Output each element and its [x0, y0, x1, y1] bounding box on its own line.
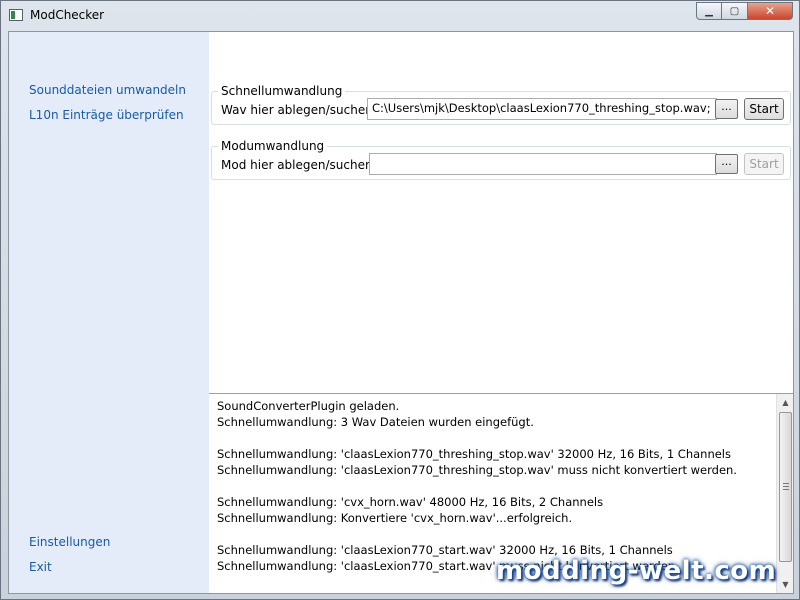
log-scrollbar[interactable]: ▲ ▼ — [776, 394, 793, 593]
mod-drop-label: Mod hier ablegen/suchen: — [221, 158, 377, 172]
title-bar[interactable]: ModChecker ▁ ▢ ✕ — [1, 1, 799, 31]
schnellumwandlung-header: Schnellumwandlung — [218, 84, 346, 98]
sidebar: Sounddateien umwandeln L10n Einträge übe… — [9, 32, 209, 593]
mod-browse-button[interactable]: ... — [715, 154, 738, 174]
scroll-down-arrow-icon[interactable]: ▼ — [777, 576, 794, 593]
mod-path-input[interactable] — [369, 153, 717, 175]
wav-drop-label: Wav hier ablegen/suchen: — [221, 103, 377, 117]
minimize-button[interactable]: ▁ — [696, 2, 722, 20]
wav-browse-button[interactable]: ... — [715, 99, 738, 119]
scroll-up-arrow-icon[interactable]: ▲ — [777, 394, 794, 411]
window-title: ModChecker — [30, 8, 105, 22]
app-icon — [9, 9, 23, 21]
caption-buttons: ▁ ▢ ✕ — [696, 2, 793, 20]
nav-einstellungen[interactable]: Einstellungen — [29, 535, 110, 549]
nav-l10n-eintraege-pruefen[interactable]: L10n Einträge überprüfen — [29, 108, 184, 122]
watermark: modding-welt.com — [496, 556, 777, 586]
wav-path-input[interactable]: C:\Users\mjk\Desktop\claasLexion770_thre… — [367, 98, 717, 120]
main-content: Schnellumwandlung Wav hier ablegen/suche… — [209, 32, 793, 593]
schnell-start-button[interactable]: Start — [744, 98, 784, 120]
close-button[interactable]: ✕ — [748, 2, 793, 20]
scroll-thumb[interactable] — [779, 412, 792, 562]
nav-sounddateien-umwandeln[interactable]: Sounddateien umwandeln — [29, 83, 186, 97]
maximize-icon: ▢ — [729, 5, 740, 17]
nav-exit[interactable]: Exit — [29, 560, 52, 574]
grip-icon — [783, 483, 789, 490]
close-icon: ✕ — [764, 4, 776, 18]
app-window: ModChecker ▁ ▢ ✕ Sounddateien umwandeln … — [0, 0, 800, 600]
minimize-icon: ▁ — [705, 5, 713, 17]
maximize-button[interactable]: ▢ — [722, 2, 748, 20]
mod-start-button: Start — [744, 153, 784, 175]
modumwandlung-group: Modumwandlung Mod hier ablegen/suchen: .… — [211, 139, 791, 180]
schnellumwandlung-group: Schnellumwandlung Wav hier ablegen/suche… — [211, 84, 791, 125]
modumwandlung-header: Modumwandlung — [218, 139, 328, 153]
client-area: Sounddateien umwandeln L10n Einträge übe… — [8, 31, 794, 594]
